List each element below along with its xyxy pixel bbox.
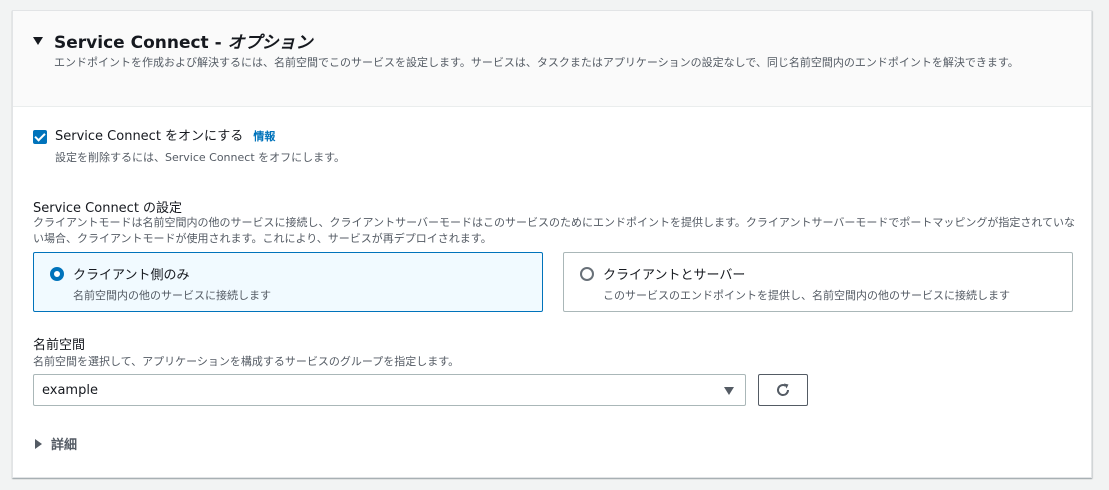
refresh-icon	[777, 383, 790, 396]
section-description: エンドポイントを作成および解決するには、名前空間でこのサービスを設定します。サー…	[54, 56, 1019, 69]
checkbox-description: 設定を削除するには、Service Connect をオフにします。	[55, 151, 346, 164]
tile-description: 名前空間内の他のサービスに接続します	[73, 289, 271, 302]
details-label: 詳細	[51, 438, 78, 453]
tile-label: クライアントとサーバー	[603, 268, 746, 283]
section-title-option: オプション	[227, 32, 313, 53]
namespace-select[interactable]: example	[33, 374, 746, 406]
config-description: クライアントモードは名前空間内の他のサービスに接続し、クライアントサーバーモード…	[33, 216, 1076, 245]
caret-right-icon[interactable]	[35, 438, 42, 449]
namespace-title: 名前空間	[33, 338, 86, 353]
tile-client-server[interactable]: クライアントとサーバー このサービスのエンドポイントを提供し、名前空間内の他のサ…	[563, 252, 1073, 312]
info-link[interactable]: 情報	[253, 130, 275, 143]
panel-header: Service Connect - オプション エンドポイントを作成および解決す…	[13, 11, 1091, 107]
checkbox-label: Service Connect をオンにする	[55, 129, 244, 144]
details-expander[interactable]: 詳細	[35, 434, 77, 453]
section-toggle-header[interactable]: Service Connect - オプション	[33, 29, 1071, 53]
tile-client-only[interactable]: クライアント側のみ 名前空間内の他のサービスに接続します	[33, 252, 543, 312]
namespace-select-value: example	[42, 382, 98, 398]
section-title: Service Connect - オプション	[54, 32, 313, 53]
radio-client-only[interactable]	[50, 266, 64, 281]
config-title: Service Connect の設定	[33, 201, 183, 216]
caret-down-icon[interactable]	[33, 36, 43, 45]
radio-client-server[interactable]	[580, 266, 594, 281]
caret-down-icon	[724, 387, 734, 395]
refresh-button[interactable]	[758, 374, 808, 406]
tile-description: このサービスのエンドポイントを提供し、名前空間内の他のサービスに接続します	[603, 289, 1010, 302]
service-connect-checkbox[interactable]	[33, 130, 47, 144]
service-connect-panel: Service Connect - オプション エンドポイントを作成および解決す…	[12, 10, 1092, 478]
namespace-description: 名前空間を選択して、アプリケーションを構成するサービスのグループを指定します。	[33, 355, 460, 368]
tile-label: クライアント側のみ	[73, 268, 190, 283]
service-connect-toggle[interactable]: Service Connect をオンにする 情報 設定を削除するには、Serv…	[33, 129, 345, 165]
